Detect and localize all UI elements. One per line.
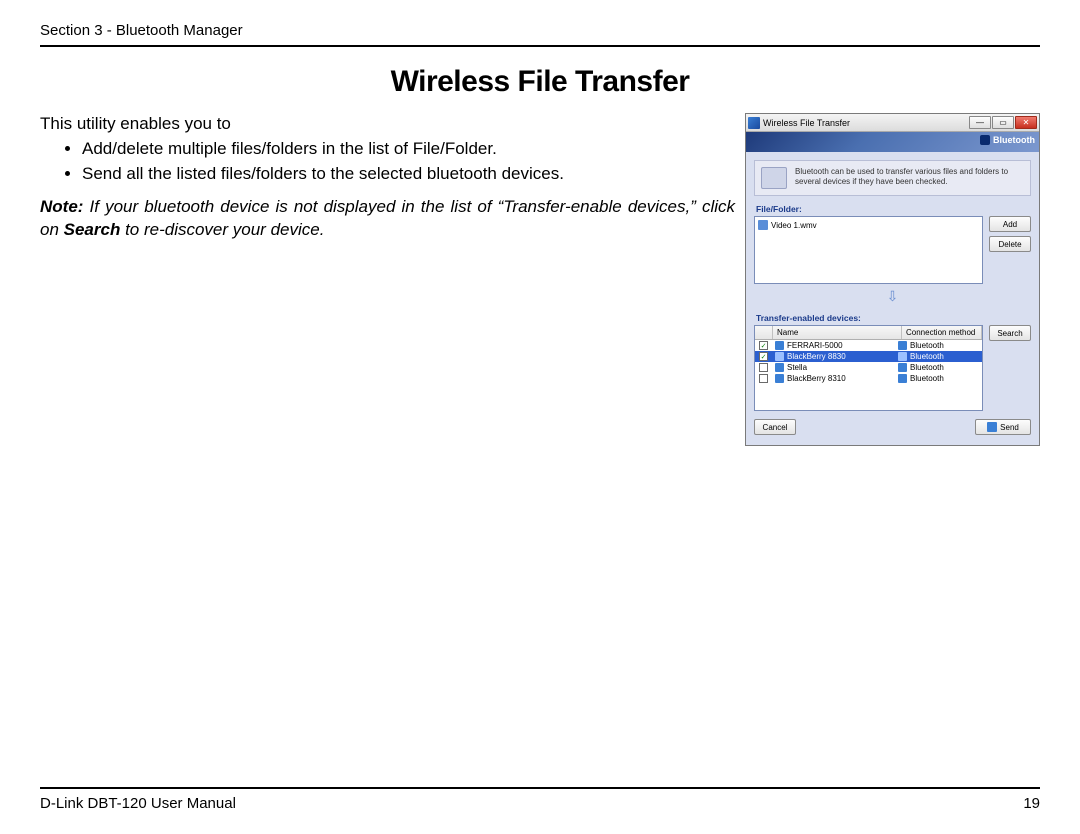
send-label: Send xyxy=(1000,423,1019,432)
intro-line: This utility enables you to xyxy=(40,113,735,136)
info-text: Bluetooth can be used to transfer variou… xyxy=(795,167,1024,187)
close-button[interactable]: ✕ xyxy=(1015,116,1037,129)
row-checkbox[interactable] xyxy=(759,374,768,383)
cancel-button[interactable]: Cancel xyxy=(754,419,796,435)
send-button[interactable]: Send xyxy=(975,419,1031,435)
minimize-button[interactable]: — xyxy=(969,116,991,129)
device-icon xyxy=(775,352,784,361)
connection-method: Bluetooth xyxy=(910,374,944,383)
section-header: Section 3 - Bluetooth Manager xyxy=(40,22,1040,47)
device-name: Stella xyxy=(787,363,807,372)
bluetooth-badge: Bluetooth xyxy=(980,135,1035,145)
connection-method: Bluetooth xyxy=(910,341,944,350)
table-row[interactable]: ✓ BlackBerry 8830 Bluetooth xyxy=(755,351,982,362)
table-row[interactable]: ✓ FERRARI-5000 Bluetooth xyxy=(755,340,982,351)
arrow-down-icon: ⇩ xyxy=(754,288,1031,305)
col-connection[interactable]: Connection method xyxy=(902,326,982,339)
devices-label: Transfer-enabled devices: xyxy=(756,313,1031,323)
bluetooth-icon xyxy=(898,341,907,350)
bluetooth-icon xyxy=(898,374,907,383)
info-panel: Bluetooth can be used to transfer variou… xyxy=(754,160,1031,196)
file-folder-label: File/Folder: xyxy=(756,204,1031,214)
device-name: FERRARI-5000 xyxy=(787,341,843,350)
device-icon xyxy=(775,341,784,350)
device-name: BlackBerry 8310 xyxy=(787,374,846,383)
note-text-after: to re-discover your device. xyxy=(120,220,324,239)
table-row[interactable]: BlackBerry 8310 Bluetooth xyxy=(755,373,982,384)
page-title: Wireless File Transfer xyxy=(40,65,1040,99)
window-title: Wireless File Transfer xyxy=(763,118,968,128)
add-button[interactable]: Add xyxy=(989,216,1031,232)
bluetooth-icon xyxy=(898,352,907,361)
note-label: Note: xyxy=(40,197,83,216)
list-item: Add/delete multiple files/folders in the… xyxy=(82,138,735,161)
row-checkbox[interactable]: ✓ xyxy=(759,352,768,361)
bluetooth-icon xyxy=(898,363,907,372)
window-icon xyxy=(748,117,760,129)
table-row[interactable]: Stella Bluetooth xyxy=(755,362,982,373)
dialog-banner: Bluetooth xyxy=(746,132,1039,152)
body-text: This utility enables you to Add/delete m… xyxy=(40,113,745,244)
maximize-button[interactable]: ▭ xyxy=(992,116,1014,129)
feature-list: Add/delete multiple files/folders in the… xyxy=(82,138,735,186)
search-button[interactable]: Search xyxy=(989,325,1031,341)
screenshot-dialog: Wireless File Transfer — ▭ ✕ Bluetooth B… xyxy=(745,113,1040,446)
table-header: Name Connection method xyxy=(755,326,982,340)
connection-method: Bluetooth xyxy=(910,363,944,372)
transfer-icon xyxy=(761,167,787,189)
send-icon xyxy=(987,422,997,432)
page-number: 19 xyxy=(1023,795,1040,812)
connection-method: Bluetooth xyxy=(910,352,944,361)
device-name: BlackBerry 8830 xyxy=(787,352,846,361)
device-icon xyxy=(775,363,784,372)
file-icon xyxy=(758,220,768,230)
note-bold: Search xyxy=(64,220,121,239)
devices-table[interactable]: Name Connection method ✓ FERRARI-5000 Blue… xyxy=(754,325,983,411)
window-titlebar: Wireless File Transfer — ▭ ✕ xyxy=(746,114,1039,132)
list-item: Send all the listed files/folders to the… xyxy=(82,163,735,186)
page-footer: D-Link DBT-120 User Manual 19 xyxy=(40,787,1040,812)
row-checkbox[interactable]: ✓ xyxy=(759,341,768,350)
col-name[interactable]: Name xyxy=(773,326,902,339)
list-item[interactable]: Video 1.wmv xyxy=(758,220,979,230)
row-checkbox[interactable] xyxy=(759,363,768,372)
file-list[interactable]: Video 1.wmv xyxy=(754,216,983,284)
note-paragraph: Note: If your bluetooth device is not di… xyxy=(40,196,735,242)
footer-left: D-Link DBT-120 User Manual xyxy=(40,795,236,812)
file-name: Video 1.wmv xyxy=(771,221,817,230)
delete-button[interactable]: Delete xyxy=(989,236,1031,252)
device-icon xyxy=(775,374,784,383)
